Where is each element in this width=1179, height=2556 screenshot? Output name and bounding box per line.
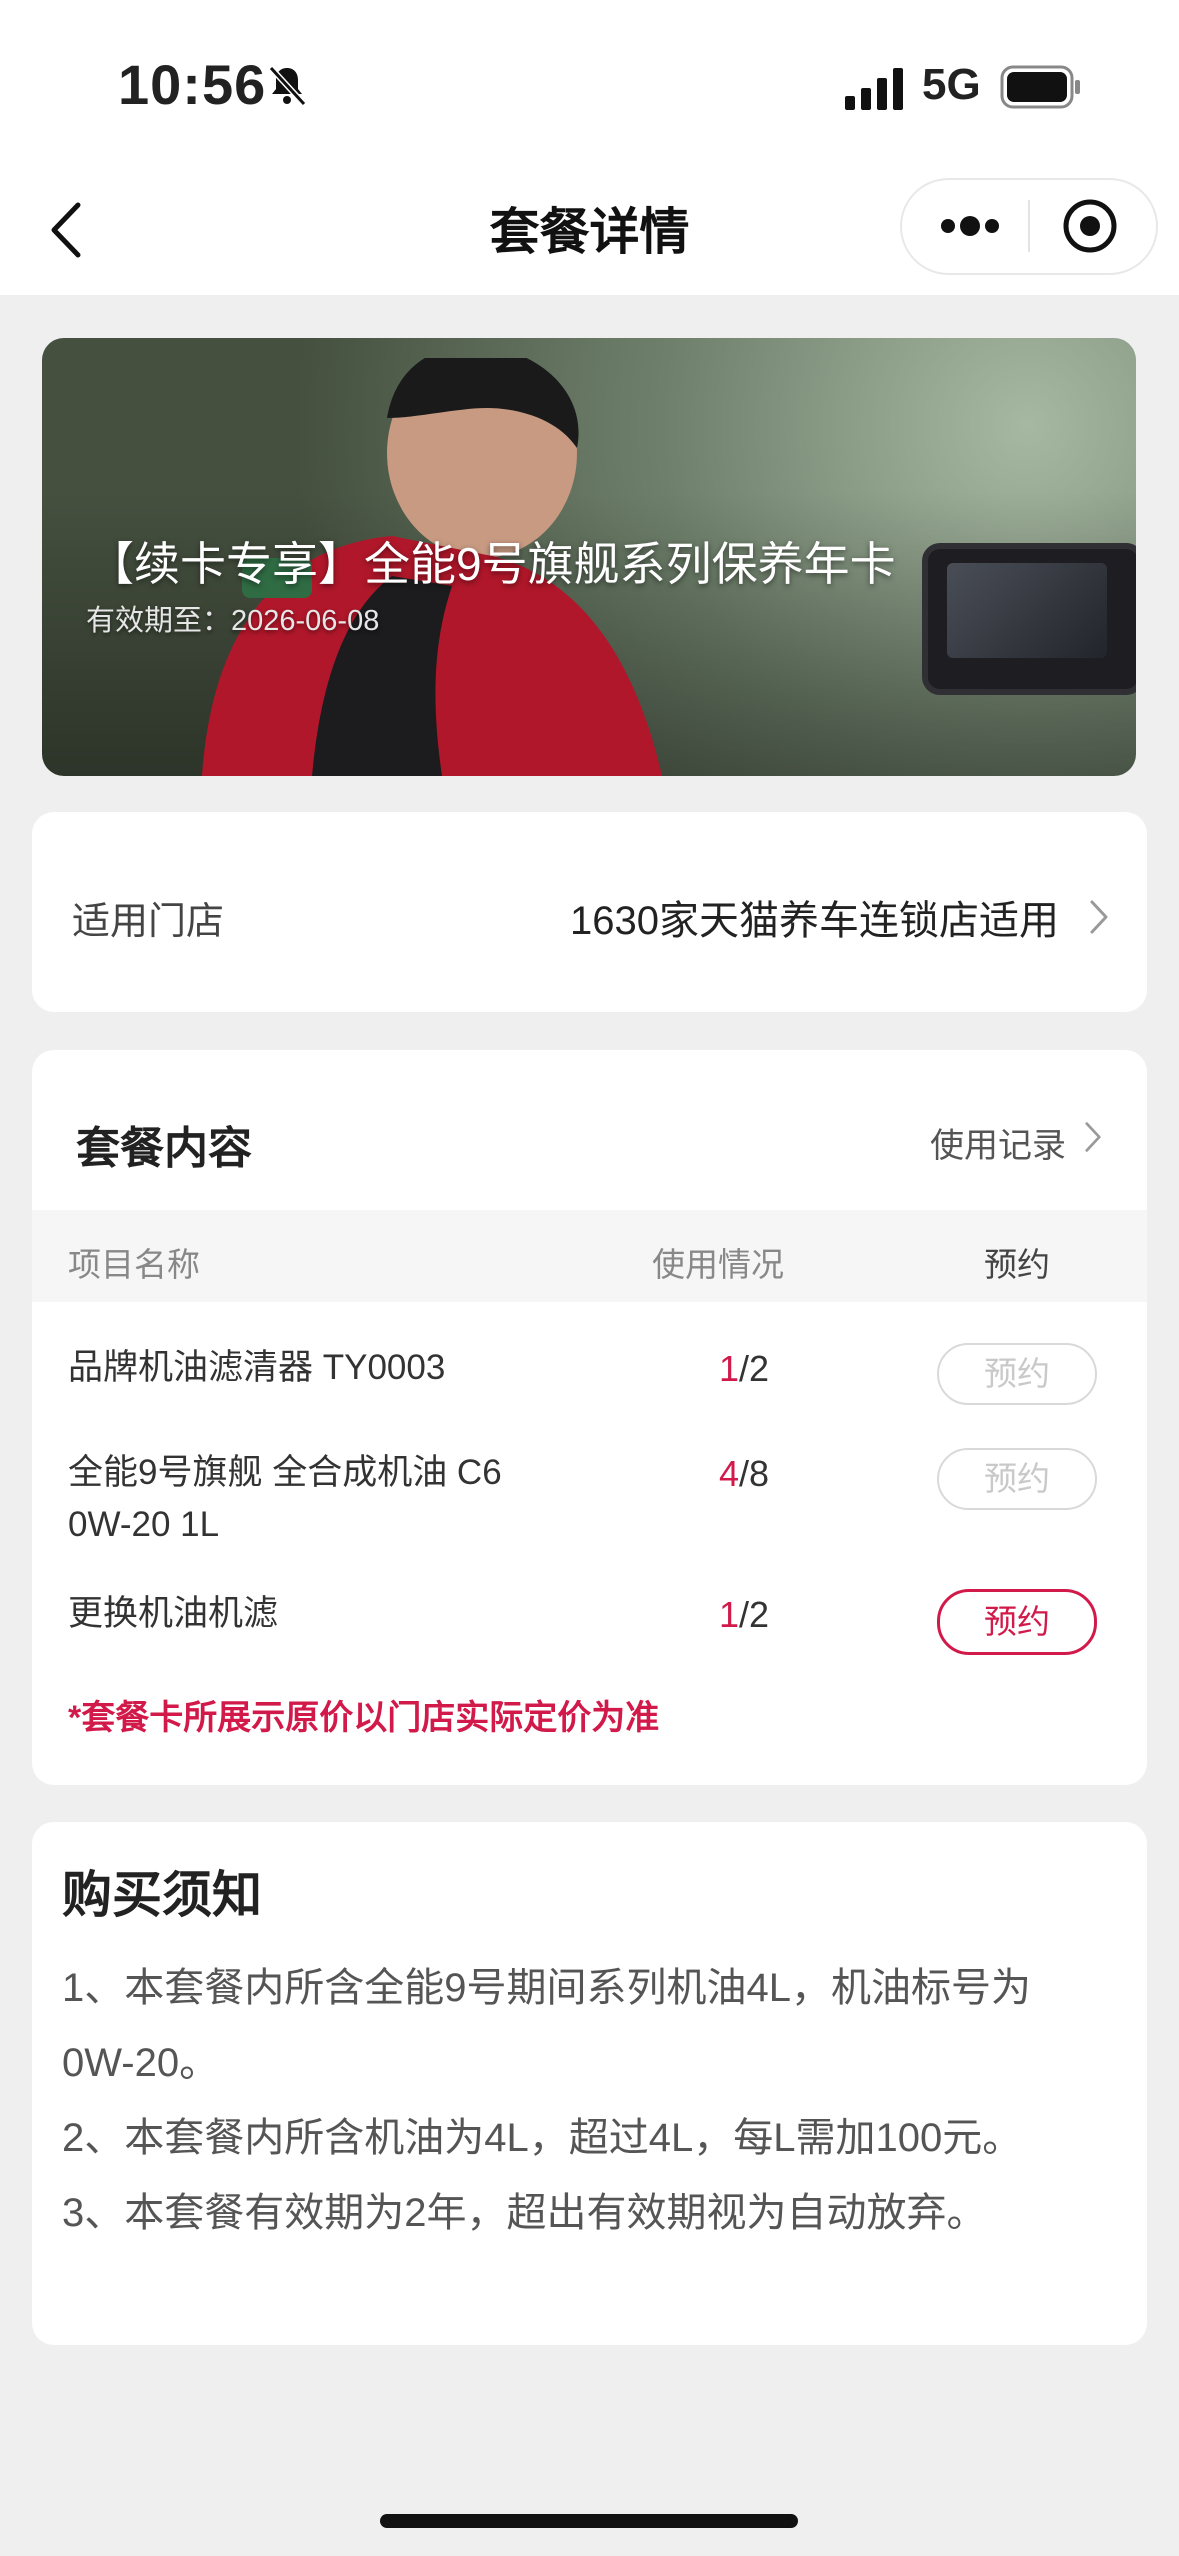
book-button[interactable]: 预约 bbox=[937, 1343, 1097, 1405]
close-miniprogram-icon[interactable] bbox=[1060, 196, 1120, 256]
usage-used: 4 bbox=[718, 1453, 739, 1494]
item-usage: 4/8 bbox=[674, 1453, 814, 1495]
notice-line: 3、本套餐有效期为2年，超出有效期视为自动放弃。 bbox=[62, 2191, 987, 2235]
home-indicator bbox=[380, 2514, 798, 2528]
banner-valid-date: 有效期至：2026-06-08 bbox=[86, 605, 380, 637]
capsule-divider bbox=[1028, 200, 1030, 252]
section-title: 套餐内容 bbox=[76, 1124, 252, 1173]
status-time: 10:56 bbox=[118, 53, 267, 116]
book-button[interactable]: 预约 bbox=[937, 1448, 1097, 1510]
store-label: 适用门店 bbox=[72, 901, 225, 943]
signal-icon bbox=[845, 68, 903, 110]
usage-used: 1 bbox=[718, 1594, 739, 1635]
chevron-right-icon[interactable] bbox=[1083, 1120, 1103, 1154]
notice-line: 2、本套餐内所含机油为4L，超过4L，每L需加100元。 bbox=[62, 2116, 1023, 2160]
notice-line: 1、本套餐内所含全能9号期间系列机油4L，机油标号为 bbox=[62, 1966, 1031, 2010]
item-name: 品牌机油滤清器 TY0003 bbox=[68, 1348, 446, 1387]
usage-record-link[interactable]: 使用记录 bbox=[930, 1118, 1066, 1167]
usage-total: /8 bbox=[739, 1453, 770, 1494]
battery-icon bbox=[1000, 65, 1080, 109]
bell-muted-icon bbox=[268, 65, 307, 107]
column-header-booking: 预约 bbox=[984, 1246, 1050, 1283]
usage-used: 1 bbox=[718, 1348, 739, 1389]
usage-total: /2 bbox=[739, 1594, 770, 1635]
more-icon[interactable] bbox=[930, 200, 1010, 252]
item-name: 全能9号旗舰 全合成机油 C6 0W-20 1L bbox=[68, 1453, 502, 1544]
chevron-right-icon[interactable] bbox=[1088, 898, 1110, 936]
network-label: 5G bbox=[922, 60, 981, 109]
banner-title: 【续卡专享】全能9号旗舰系列保养年卡 bbox=[88, 538, 896, 590]
store-value[interactable]: 1630家天猫养车连锁店适用 bbox=[570, 888, 1059, 946]
usage-total: /2 bbox=[739, 1348, 770, 1389]
dashboard-screen-display bbox=[947, 563, 1107, 658]
column-header-name: 项目名称 bbox=[68, 1246, 200, 1283]
item-name: 更换机油机滤 bbox=[68, 1594, 279, 1633]
notice-title: 购买须知 bbox=[62, 1867, 262, 1923]
item-usage: 1/2 bbox=[674, 1594, 814, 1636]
column-header-usage: 使用情况 bbox=[652, 1246, 784, 1283]
notice-line: 0W-20。 bbox=[62, 2041, 220, 2085]
book-button-active[interactable]: 预约 bbox=[937, 1589, 1097, 1655]
price-note: *套餐卡所展示原价以门店实际定价为准 bbox=[68, 1699, 660, 1737]
item-usage: 1/2 bbox=[674, 1348, 814, 1390]
